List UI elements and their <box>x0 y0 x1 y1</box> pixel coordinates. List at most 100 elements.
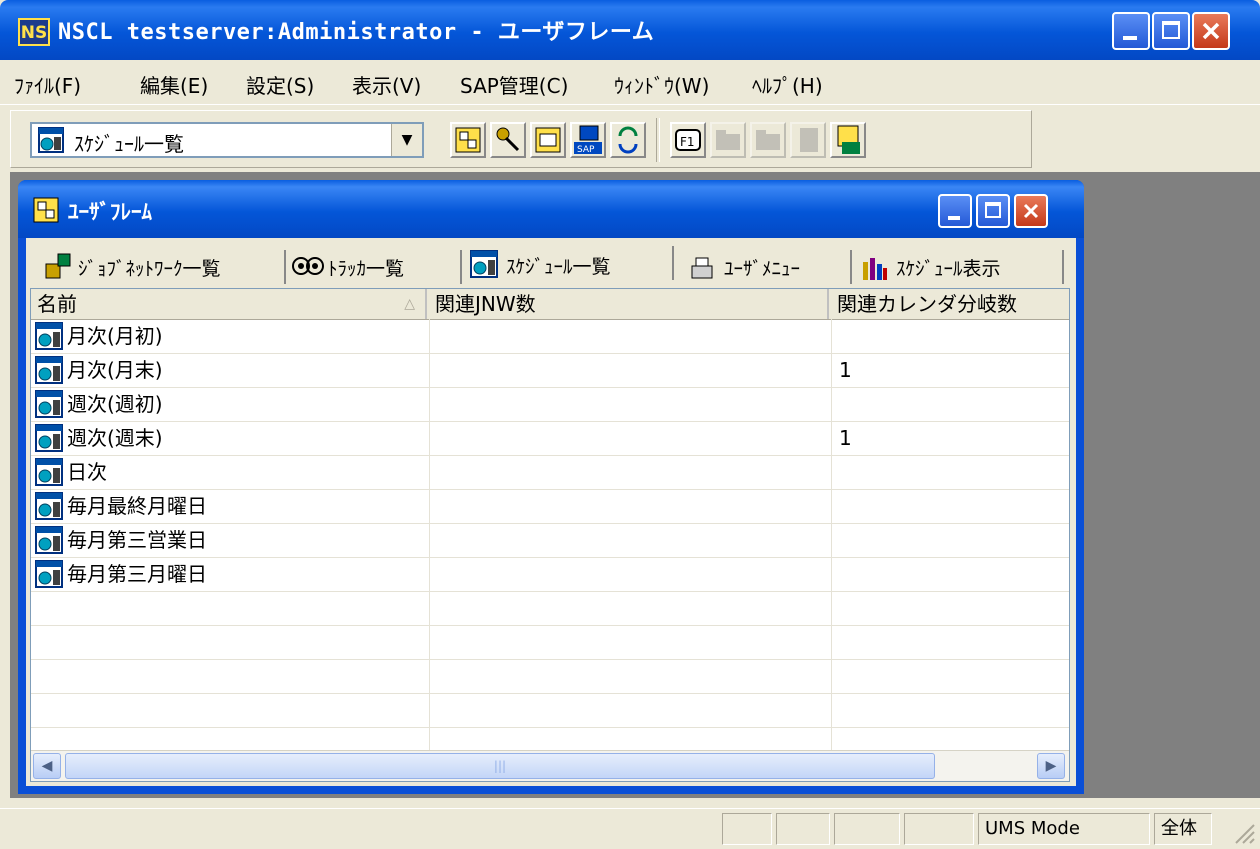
table-row[interactable]: 毎月第三月曜日 <box>31 557 1069 592</box>
folder-open-button[interactable] <box>750 122 786 158</box>
child-title-bar[interactable]: ﾕｰｻﾞﾌﾚｰﾑ <box>18 180 1084 238</box>
menu-settings[interactable]: 設定(S) <box>246 70 314 99</box>
menu-window[interactable]: ｳｨﾝﾄﾞｳ(W) <box>614 70 709 99</box>
document-button[interactable] <box>790 122 826 158</box>
title-bar[interactable]: NS NSCL testserver:Administrator - ユーザフレ… <box>0 0 1260 60</box>
schedule-icon <box>470 250 498 278</box>
column-header-jnw-count[interactable]: 関連JNW数 <box>429 289 829 319</box>
printer-icon <box>691 257 713 279</box>
network-icon <box>45 253 71 279</box>
window-title: NSCL testserver:Administrator - ユーザフレーム <box>58 20 655 45</box>
refresh-icon <box>618 126 638 154</box>
close-icon <box>1202 22 1220 40</box>
resize-grip-icon[interactable] <box>1230 819 1256 845</box>
tab-jobnetwork-list[interactable]: ｼﾞｮﾌﾞﾈｯﾄﾜｰｸ一覧 <box>40 250 286 284</box>
help-button[interactable]: F1 <box>670 122 706 158</box>
menu-view[interactable]: 表示(V) <box>352 70 421 99</box>
folder-button[interactable] <box>710 122 746 158</box>
maximize-button[interactable] <box>1152 12 1190 50</box>
sap-icon: SAP <box>574 125 602 155</box>
calendar-button[interactable] <box>830 122 866 158</box>
table-row[interactable]: 月次(月初) <box>31 319 1069 354</box>
window-icon <box>535 127 561 153</box>
schedule-frame-button[interactable] <box>530 122 566 158</box>
sap-button[interactable]: SAP <box>570 122 606 158</box>
menu-help[interactable]: ﾍﾙﾌﾟ(H) <box>752 70 823 99</box>
combo-dropdown-button[interactable]: ▼ <box>391 124 422 156</box>
status-mode: UMS Mode <box>978 813 1150 845</box>
minimize-button[interactable] <box>1112 12 1150 50</box>
column-label: 名前 <box>37 292 77 316</box>
schedule-icon <box>35 492 63 520</box>
scroll-thumb[interactable]: ||| <box>65 753 935 779</box>
tab-schedule-list[interactable]: ｽｹｼﾞｭｰﾙ一覧 <box>464 246 674 280</box>
horizontal-scrollbar[interactable]: ◀ ||| ▶ <box>31 750 1069 781</box>
child-close-button[interactable] <box>1014 194 1048 228</box>
column-header-calendar-count[interactable]: 関連カレンダ分岐数 <box>831 289 1069 319</box>
close-button[interactable] <box>1192 12 1230 50</box>
table-row[interactable]: 毎月第三営業日 <box>31 523 1069 558</box>
chevron-down-icon: ▼ <box>401 132 413 148</box>
minimize-icon <box>948 216 960 220</box>
maximize-icon <box>985 202 1001 218</box>
empty-row <box>31 659 1069 694</box>
tab-label: ﾕｰｻﾞﾒﾆｭｰ <box>724 258 801 280</box>
empty-row <box>31 693 1069 728</box>
schedule-list-view[interactable]: 名前 △ 関連JNW数 関連カレンダ分岐数 月次(月初) 月次(月末) 1 週次(週初… <box>30 288 1070 782</box>
frame-icon <box>455 127 481 153</box>
user-frame-button[interactable] <box>450 122 486 158</box>
menu-sap[interactable]: SAP管理(C) <box>460 70 568 99</box>
tracker-icon <box>292 257 324 275</box>
chevron-right-icon: ▶ <box>1045 758 1057 774</box>
schedule-icon <box>38 127 64 153</box>
view-combo[interactable]: ｽｹｼﾞｭｰﾙ一覧 ▼ <box>30 122 424 158</box>
child-minimize-button[interactable] <box>938 194 972 228</box>
svg-text:SAP: SAP <box>577 145 595 155</box>
table-row[interactable]: 週次(週初) <box>31 387 1069 422</box>
refresh-button[interactable] <box>610 122 646 158</box>
toolbar-separator <box>656 118 660 162</box>
menu-file[interactable]: ﾌｧｲﾙ(F) <box>14 70 81 99</box>
settings-button[interactable] <box>490 122 526 158</box>
cell-name: 毎月最終月曜日 <box>67 494 207 518</box>
schedule-icon <box>35 560 63 588</box>
tab-schedule-display[interactable]: ｽｹｼﾞｭｰﾙ表示 <box>854 250 1064 284</box>
tab-label: ｽｹｼﾞｭｰﾙ表示 <box>896 258 1001 280</box>
calendar-icon <box>837 125 860 154</box>
status-bar: UMS Mode 全体 <box>0 808 1260 849</box>
document-icon <box>800 128 818 152</box>
table-row[interactable]: 日次 <box>31 455 1069 490</box>
maximize-icon <box>1162 21 1180 39</box>
frame-icon <box>33 197 59 223</box>
cell-name: 毎月第三営業日 <box>67 528 207 552</box>
cell-calendar-count: 1 <box>839 358 852 382</box>
tab-tracker-list[interactable]: ﾄﾗｯｶ一覧 <box>288 250 462 284</box>
schedule-icon <box>35 458 63 486</box>
scroll-right-button[interactable]: ▶ <box>1037 753 1065 779</box>
svg-text:F1: F1 <box>680 135 695 149</box>
cell-name: 週次(週初) <box>67 392 163 416</box>
column-label: 関連カレンダ分岐数 <box>837 292 1017 316</box>
minimize-icon <box>1123 36 1137 40</box>
schedule-icon <box>35 390 63 418</box>
table-row[interactable]: 毎月最終月曜日 <box>31 489 1069 524</box>
cell-name: 日次 <box>67 460 107 484</box>
child-body: ｼﾞｮﾌﾞﾈｯﾄﾜｰｸ一覧 ﾄﾗｯｶ一覧 ｽｹｼﾞｭｰﾙ一覧 ﾕｰｻﾞﾒﾆｭｰ … <box>26 238 1076 786</box>
empty-row <box>31 625 1069 660</box>
tab-user-menu[interactable]: ﾕｰｻﾞﾒﾆｭｰ <box>682 250 852 284</box>
scroll-left-button[interactable]: ◀ <box>33 753 61 779</box>
menu-edit[interactable]: 編集(E) <box>140 70 208 99</box>
status-panel <box>776 813 830 845</box>
user-frame-window: ﾕｰｻﾞﾌﾚｰﾑ ｼﾞｮﾌﾞﾈｯﾄﾜｰｸ一覧 ﾄﾗｯｶ一覧 ｽｹｼﾞｭｰﾙ一覧 <box>18 180 1084 794</box>
child-maximize-button[interactable] <box>976 194 1010 228</box>
key-icon <box>496 127 520 152</box>
child-window-title: ﾕｰｻﾞﾌﾚｰﾑ <box>68 200 152 224</box>
table-row[interactable]: 月次(月末) 1 <box>31 353 1069 388</box>
schedule-icon <box>35 322 63 350</box>
table-row[interactable]: 週次(週末) 1 <box>31 421 1069 456</box>
column-header-name[interactable]: 名前 △ <box>31 289 427 319</box>
schedule-icon <box>35 356 63 384</box>
tab-strip: ｼﾞｮﾌﾞﾈｯﾄﾜｰｸ一覧 ﾄﾗｯｶ一覧 ｽｹｼﾞｭｰﾙ一覧 ﾕｰｻﾞﾒﾆｭｰ … <box>26 246 1076 286</box>
tab-label: ﾄﾗｯｶ一覧 <box>328 258 405 280</box>
cell-name: 毎月第三月曜日 <box>67 562 207 586</box>
